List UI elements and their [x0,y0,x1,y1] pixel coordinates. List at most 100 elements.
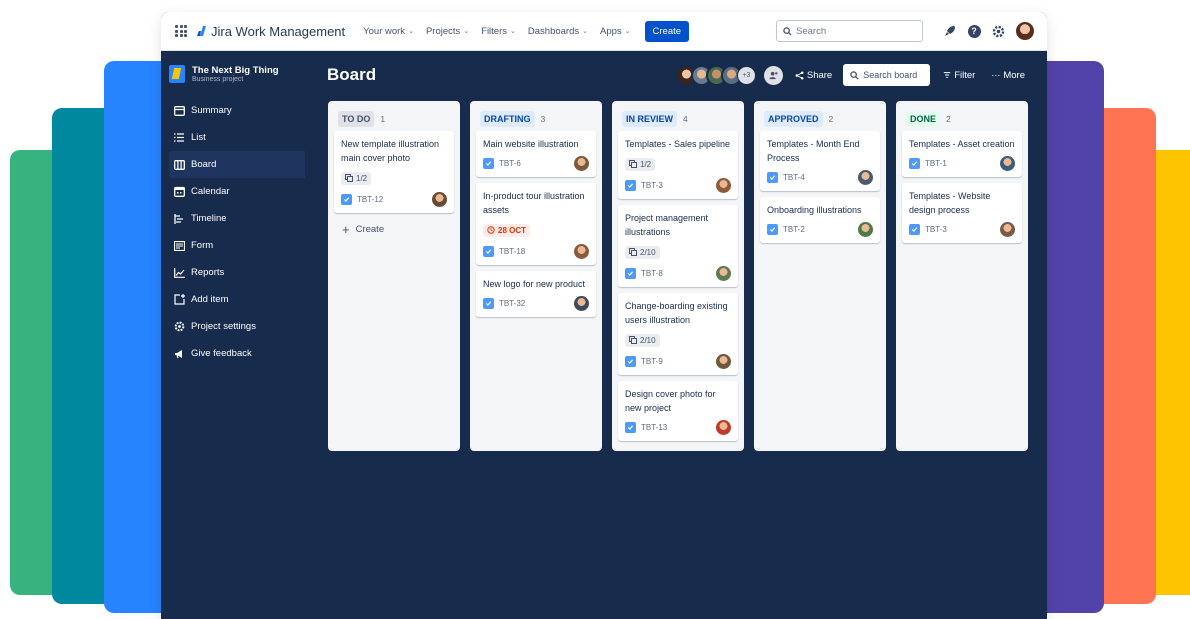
sidebar-item-form[interactable]: Form [169,232,301,259]
member-avatars[interactable]: +3 [675,64,756,86]
sidebar-item-calendar[interactable]: Calendar [169,178,301,205]
assignee-avatar[interactable] [858,169,873,185]
nav-filters[interactable]: Filters ⌄ [481,26,516,37]
search-placeholder: Search [796,25,827,37]
issue-key: TBT-4 [783,172,805,182]
issue-card[interactable]: New template illustration main cover pho… [334,131,454,213]
search-board-input[interactable]: Search board [843,64,931,86]
help-icon[interactable]: ? [967,24,981,38]
form-icon [173,240,185,252]
assignee-avatar[interactable] [1000,221,1015,237]
issue-card[interactable]: Onboarding illustrations TBT-2 [760,197,880,243]
assignee-avatar[interactable] [716,265,731,281]
issue-key: TBT-13 [641,422,668,432]
product-name[interactable]: Jira Work Management [211,24,345,39]
board-header: Board +3 Share Search board Filter ··· M… [327,60,1027,90]
nav-dashboards[interactable]: Dashboards ⌄ [528,26,588,37]
column-header[interactable]: DONE 2 [902,109,1022,129]
board-columns: TO DO 1 New template illustration main cov… [328,101,1028,451]
page-title: Board [327,65,377,84]
assignee-avatar[interactable] [716,177,731,193]
assignee-avatar[interactable] [858,221,873,237]
primary-nav: Your work ⌄ Projects ⌄ Filters ⌄ Dashboards ⌄ Ap… [363,26,642,37]
nav-projects[interactable]: Projects ⌄ [426,26,469,37]
more-members-count[interactable]: +3 [736,65,756,85]
clock-icon [487,226,495,234]
issue-key: TBT-2 [783,224,805,234]
issue-card[interactable]: Main website illustration TBT-6 [476,131,596,177]
card-title: Templates - Asset creation [909,139,1015,149]
more-button[interactable]: ··· More [991,70,1025,81]
column-name: DRAFTING [480,111,535,127]
issue-key: TBT-3 [925,224,947,234]
filter-button[interactable]: Filter [943,70,975,81]
issue-card[interactable]: New logo for new product TBT-32 [476,271,596,317]
sidebar-item-reports[interactable]: Reports [169,259,301,286]
issue-card[interactable]: Templates - Month End Process TBT-4 [760,131,880,191]
task-checkbox-icon [767,171,778,183]
project-type: Business project [192,76,244,83]
column-approved: APPROVED 2 Templates - Month End Process TB… [754,101,886,451]
sidebar-item-project-settings[interactable]: Project settings [169,313,301,340]
add-person-icon[interactable] [763,65,783,85]
assignee-avatar[interactable] [574,295,589,311]
issue-card[interactable]: Design cover photo for new project TBT-13 [618,381,738,441]
issue-card[interactable]: Templates - Sales pipeline 1/2 TBT-3 [618,131,738,199]
sidebar-item-add-item[interactable]: Add item [169,286,301,313]
plus-icon: + [342,221,350,237]
subtask-count: 1/2 [356,173,368,183]
issue-key: TBT-18 [499,246,526,256]
sidebar-item-list[interactable]: List [169,124,301,151]
assignee-avatar[interactable] [716,419,731,435]
column-name: IN REVIEW [622,111,678,127]
chevron-down-icon: ⌄ [408,28,414,35]
sidebar-item-timeline[interactable]: Timeline [169,205,301,232]
sidebar-item-summary[interactable]: Summary [169,97,301,124]
task-checkbox-icon [625,355,636,367]
user-avatar[interactable] [1015,21,1035,41]
settings-gear-icon[interactable] [991,24,1005,38]
stage: Jira Work Management Your work ⌄ Projects ⌄… [0,0,1190,619]
more-dots-icon: ··· [991,70,1001,80]
top-navigation: Jira Work Management Your work ⌄ Projects ⌄… [161,12,1047,51]
create-issue-button[interactable]: + Create [334,219,454,239]
assignee-avatar[interactable] [716,353,731,369]
subtask-count: 2/10 [640,247,656,257]
app-switcher-icon[interactable] [175,25,187,37]
issue-card[interactable]: In-product tour illustration assets 28 OC… [476,183,596,265]
sidebar-item-give-feedback[interactable]: Give feedback [169,340,301,367]
assignee-avatar[interactable] [574,243,589,259]
sidebar-item-label: Timeline [191,213,227,224]
sidebar-item-board[interactable]: Board [169,151,305,178]
column-header[interactable]: APPROVED 2 [760,109,880,129]
subtask-count: 2/10 [640,335,656,345]
search-input[interactable]: Search [776,20,923,42]
assignee-avatar[interactable] [574,155,589,171]
task-checkbox-icon [483,157,494,169]
sidebar-item-label: Add item [191,294,229,305]
assignee-avatar[interactable] [432,191,447,207]
issue-card[interactable]: Templates - Website design process TBT-3 [902,183,1022,243]
filter-label: Filter [954,69,976,81]
column-header[interactable]: IN REVIEW 4 [618,109,738,129]
card-title: Main website illustration [483,139,579,149]
reports-icon [173,267,185,279]
project-header[interactable]: The Next Big Thing Business project [169,65,301,83]
column-in-review: IN REVIEW 4 Templates - Sales pipeline 1/2 T… [612,101,744,451]
subtask-count: 1/2 [640,159,652,169]
share-icon [795,71,804,79]
issue-card[interactable]: Templates - Asset creation TBT-1 [902,131,1022,177]
card-title: Templates - Sales pipeline [625,139,731,149]
issue-card[interactable]: Project management illustrations 2/10 TBT-… [618,205,738,287]
share-button[interactable]: Share [795,70,832,81]
column-header[interactable]: TO DO 1 [334,109,454,129]
nav-your-work[interactable]: Your work ⌄ [363,26,414,37]
assignee-avatar[interactable] [1000,155,1015,171]
app-window: Jira Work Management Your work ⌄ Projects ⌄… [161,12,1047,619]
card-title: New template illustration main cover pho… [341,139,440,163]
nav-apps[interactable]: Apps ⌄ [600,26,631,37]
column-header[interactable]: DRAFTING 3 [476,109,596,129]
create-button[interactable]: Create [644,20,690,42]
notifications-rocket-icon[interactable] [943,24,957,38]
issue-card[interactable]: Change-boarding existing users illustrat… [618,293,738,375]
